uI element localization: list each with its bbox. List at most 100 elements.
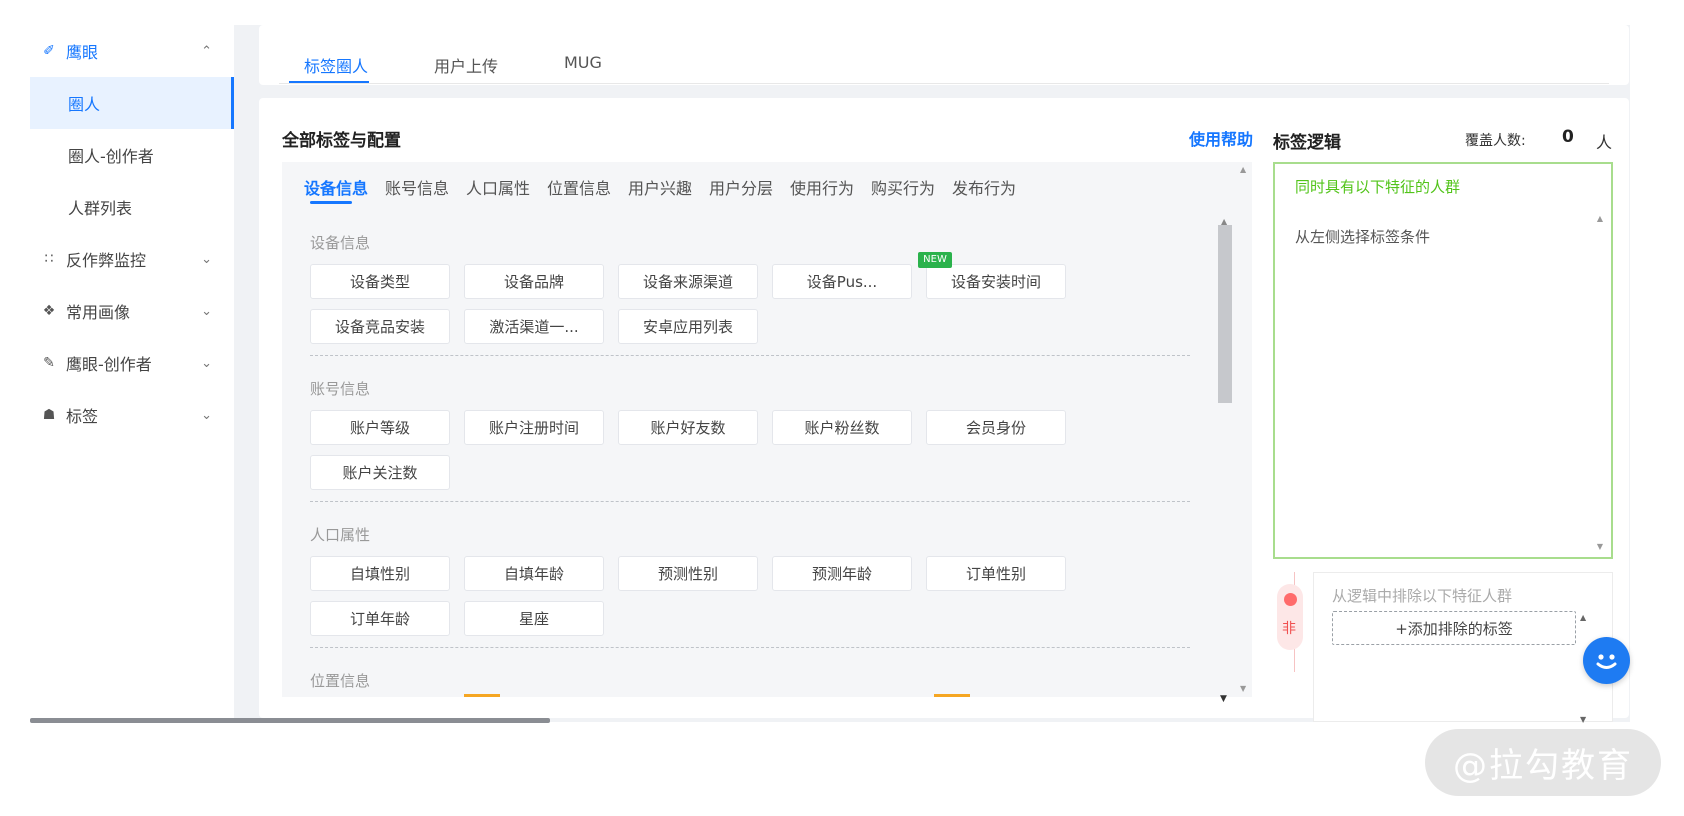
category-tab-location[interactable]: 位置信息: [547, 175, 611, 199]
exclude-toggle[interactable]: 非: [1277, 584, 1303, 650]
tag-chip[interactable]: 订单年龄: [310, 601, 450, 636]
include-conditions-box[interactable]: 同时具有以下特征的人群 从左侧选择标签条件 ▲ ▼: [1273, 162, 1613, 559]
exclude-dot-icon: [1284, 593, 1297, 606]
category-tab-publish[interactable]: 发布行为: [952, 175, 1016, 199]
cover-label: 覆盖人数:: [1465, 133, 1526, 149]
sidebar-item-eagle-eye-creator[interactable]: ✎ 鹰眼-创作者 ⌄: [30, 337, 234, 389]
group-label-account: 账号信息: [310, 380, 371, 398]
include-heading: 同时具有以下特征的人群: [1295, 178, 1461, 196]
exclude-not-label: 非: [1282, 621, 1296, 637]
scroll-up-icon[interactable]: ▲: [1597, 214, 1603, 223]
sidebar-item-label: 鹰眼: [66, 43, 99, 62]
exclude-conditions-box: 从逻辑中排除以下特征人群 +添加排除的标签 ▲ ▼: [1313, 572, 1613, 724]
cover-unit: 人: [1596, 133, 1613, 152]
sidebar-item-label: 反作弊监控: [66, 251, 147, 270]
tag-chip[interactable]: 设备Pus...: [772, 264, 912, 299]
tag-chip[interactable]: 账户粉丝数: [772, 410, 912, 445]
category-tab-account[interactable]: 账号信息: [385, 175, 449, 199]
sidebar-item-eagle-eye[interactable]: ✐ 鹰眼 ⌃: [30, 25, 234, 77]
new-badge-marker: [934, 694, 970, 697]
chevron-down-icon: ⌄: [201, 303, 212, 319]
tag-chip[interactable]: 会员身份: [926, 410, 1066, 445]
tag-chip[interactable]: 订单性别: [926, 556, 1066, 591]
tag-chip[interactable]: 自填性别: [310, 556, 450, 591]
horizontal-scrollbar[interactable]: [30, 718, 550, 723]
group-label-device: 设备信息: [310, 234, 371, 252]
group-label-demographic: 人口属性: [310, 526, 371, 544]
logic-title: 标签逻辑: [1273, 133, 1341, 153]
chevron-down-icon: ⌄: [201, 355, 212, 371]
new-badge-marker: [464, 694, 500, 697]
category-tab-interest[interactable]: 用户兴趣: [628, 175, 692, 199]
sidebar-item-label: 鹰眼-创作者: [66, 355, 152, 374]
sidebar-item-label: 常用画像: [66, 303, 131, 322]
new-badge: NEW: [918, 252, 952, 268]
scrollbar-thumb[interactable]: [1218, 225, 1232, 403]
compass-icon: ✐: [43, 43, 55, 59]
group-divider: [310, 501, 1190, 502]
scroll-down-icon[interactable]: ▼: [1597, 542, 1603, 551]
sidebar-item-label: 标签: [66, 407, 99, 426]
sidebar-item-anti-cheat[interactable]: ∷ 反作弊监控 ⌄: [30, 233, 234, 285]
tag-chip[interactable]: 账户注册时间: [464, 410, 604, 445]
tag-chip[interactable]: 激活渠道一...: [464, 309, 604, 344]
tab-user-upload[interactable]: 用户上传: [434, 53, 498, 77]
group-divider: [310, 355, 1190, 356]
section-title: 全部标签与配置: [282, 131, 401, 151]
scatter-chart-icon: ∷: [44, 251, 54, 267]
add-exclude-tag-button[interactable]: +添加排除的标签: [1332, 611, 1576, 645]
sidebar-item-label: 圈人-创作者: [68, 147, 154, 166]
category-tab-purchase[interactable]: 购买行为: [871, 175, 935, 199]
chevron-down-icon: ⌄: [201, 407, 212, 423]
top-tabs: 标签圈人 用户上传 MUG: [259, 25, 1629, 85]
sidebar-item-audience[interactable]: 圈人: [30, 77, 234, 129]
tag-chip[interactable]: 设备安装时间: [926, 264, 1066, 299]
tag-chip[interactable]: 自填年龄: [464, 556, 604, 591]
tag-chip[interactable]: 账户好友数: [618, 410, 758, 445]
tag-chip[interactable]: 设备品牌: [464, 264, 604, 299]
group-label-location: 位置信息: [310, 672, 371, 690]
tag-chip[interactable]: 设备竞品安装: [310, 309, 450, 344]
pen-icon: ✎: [43, 355, 55, 371]
tag-panel: 设备信息 设备类型 设备品牌 设备来源渠道 设备Pus... 设备安装时间 NE…: [282, 212, 1252, 697]
category-tab-device[interactable]: 设备信息: [304, 175, 368, 199]
grid-icon: ❖: [42, 303, 56, 319]
sidebar-item-common-portrait[interactable]: ❖ 常用画像 ⌄: [30, 285, 234, 337]
tag-chip[interactable]: 账户关注数: [310, 455, 450, 490]
exclude-heading: 从逻辑中排除以下特征人群: [1332, 587, 1513, 605]
tag-chip[interactable]: 预测年龄: [772, 556, 912, 591]
scroll-up-icon[interactable]: ▲: [1240, 165, 1246, 174]
scroll-down-icon[interactable]: ▼: [1580, 715, 1586, 724]
category-tab-segment[interactable]: 用户分层: [709, 175, 773, 199]
group-divider: [310, 647, 1190, 648]
category-active-indicator: [310, 201, 352, 204]
sidebar-item-crowd-list[interactable]: 人群列表: [30, 181, 234, 233]
tag-panel-scrollbar[interactable]: ▲ ▼: [1218, 217, 1232, 704]
sidebar-item-label: 圈人: [68, 95, 101, 114]
category-tab-demographic[interactable]: 人口属性: [466, 175, 530, 199]
tabs-divider: [279, 83, 1609, 84]
tag-chip[interactable]: 账户等级: [310, 410, 450, 445]
scroll-down-icon[interactable]: ▼: [1220, 694, 1227, 704]
tag-chip[interactable]: 预测性别: [618, 556, 758, 591]
tab-active-indicator: [289, 81, 369, 83]
sidebar: ✐ 鹰眼 ⌃ 圈人 圈人-创作者 人群列表 ∷ 反作弊监控 ⌄ ❖ 常用画像 ⌄…: [30, 25, 234, 722]
smile-icon: [1596, 654, 1617, 669]
chat-assistant-button[interactable]: [1583, 637, 1630, 684]
tag-chip[interactable]: 设备来源渠道: [618, 264, 758, 299]
tag-chip[interactable]: 星座: [464, 601, 604, 636]
sidebar-item-tags[interactable]: ☗ 标签 ⌄: [30, 389, 234, 441]
tab-mug[interactable]: MUG: [564, 53, 602, 72]
help-link[interactable]: 使用帮助: [1189, 126, 1253, 150]
sidebar-item-audience-creator[interactable]: 圈人-创作者: [30, 129, 234, 181]
sidebar-item-label: 人群列表: [68, 199, 133, 218]
tag-chip[interactable]: 设备类型: [310, 264, 450, 299]
scroll-down-icon[interactable]: ▼: [1240, 684, 1246, 693]
tag-chip[interactable]: 安卓应用列表: [618, 309, 758, 344]
include-hint: 从左侧选择标签条件: [1295, 228, 1431, 246]
tab-label-audience[interactable]: 标签圈人: [304, 53, 368, 77]
category-tab-usage[interactable]: 使用行为: [790, 175, 854, 199]
chevron-down-icon: ⌄: [201, 251, 212, 267]
scroll-up-icon[interactable]: ▲: [1580, 613, 1586, 622]
watermark: @拉勾教育: [1425, 729, 1661, 796]
